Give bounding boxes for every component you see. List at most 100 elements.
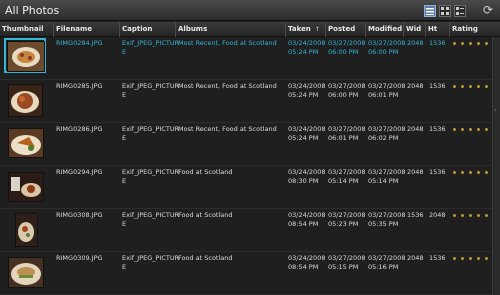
albums-cell: Food at Scotland	[178, 254, 233, 262]
filename-cell: RIMG0285.JPG	[56, 82, 103, 90]
star-icon[interactable]	[485, 257, 488, 260]
column-header-caption[interactable]: Caption	[120, 22, 176, 37]
grid-view-button[interactable]	[439, 5, 451, 17]
star-icon[interactable]	[461, 128, 464, 131]
column-header-taken[interactable]: Taken ↑	[286, 22, 326, 37]
height-cell: 2048	[429, 211, 446, 219]
column-header-posted[interactable]: Posted	[326, 22, 366, 37]
detail-view-icon	[456, 7, 464, 15]
star-icon[interactable]	[485, 42, 488, 45]
posted-cell: 03/27/2008 05:23 PM	[328, 211, 366, 228]
star-icon[interactable]	[469, 214, 472, 217]
filename-cell: RIMG0284.JPG	[56, 39, 103, 47]
table-row[interactable]: RIMG0308.JPG Exif_JPEG_PICTUR E Food at …	[0, 209, 492, 252]
star-icon[interactable]	[469, 85, 472, 88]
scroll-handle-icon[interactable]: ›	[494, 107, 496, 114]
table-row[interactable]: RIMG0309.JPG Exif_JPEG_PICTUR E Food at …	[0, 252, 492, 295]
star-icon[interactable]	[477, 85, 480, 88]
photo-thumbnail[interactable]	[8, 172, 44, 202]
rating-stars[interactable]	[453, 171, 488, 174]
rating-stars[interactable]	[453, 85, 488, 88]
photo-thumbnail[interactable]	[8, 128, 44, 158]
star-icon[interactable]	[485, 214, 488, 217]
height-cell: 1536	[429, 125, 446, 133]
star-icon[interactable]	[485, 171, 488, 174]
caption-cell: Exif_JPEG_PICTUR E	[122, 82, 180, 99]
rating-stars[interactable]	[453, 42, 488, 45]
photo-thumbnail[interactable]	[8, 257, 44, 288]
albums-cell: Most Recent, Food at Scotland	[178, 125, 277, 133]
height-cell: 1536	[429, 168, 446, 176]
detail-view-button[interactable]	[454, 5, 466, 17]
modified-cell: 03/27/2008 06:00 PM	[368, 39, 406, 56]
column-header-height[interactable]: Ht	[426, 22, 450, 37]
column-header-width[interactable]: Wid	[404, 22, 426, 37]
caption-cell: Exif_JPEG_PICTUR E	[122, 168, 180, 185]
column-header-albums[interactable]: Albums	[176, 22, 286, 37]
star-icon[interactable]	[461, 257, 464, 260]
star-icon[interactable]	[453, 214, 456, 217]
table-row[interactable]: RIMG0286.JPG Exif_JPEG_PICTUR E Most Rec…	[0, 123, 492, 166]
caption-cell: Exif_JPEG_PICTUR E	[122, 125, 180, 142]
rating-stars[interactable]	[453, 128, 488, 131]
column-header-thumbnail[interactable]: Thumbnail	[0, 22, 54, 37]
column-header-modified[interactable]: Modified	[366, 22, 404, 37]
table-row[interactable]: RIMG0285.JPG Exif_JPEG_PICTUR E Most Rec…	[0, 80, 492, 123]
taken-cell: 03/24/2008 05:24 PM	[288, 39, 326, 56]
photo-thumbnail[interactable]	[8, 84, 43, 117]
caption-cell: Exif_JPEG_PICTUR E	[122, 211, 180, 228]
star-icon[interactable]	[469, 257, 472, 260]
star-icon[interactable]	[477, 214, 480, 217]
posted-cell: 03/27/2008 06:00 PM	[328, 39, 366, 56]
modified-cell: 03/27/2008 05:35 PM	[368, 211, 406, 228]
star-icon[interactable]	[453, 257, 456, 260]
star-icon[interactable]	[485, 85, 488, 88]
vertical-scrollbar[interactable]: ›	[492, 37, 500, 295]
list-view-icon	[426, 8, 434, 15]
width-cell: 2048	[407, 125, 424, 133]
taken-cell: 03/24/2008 05:24 PM	[288, 125, 326, 142]
table-row[interactable]: RIMG0294.JPG Exif_JPEG_PICTUR E Food at …	[0, 166, 492, 209]
star-icon[interactable]	[461, 214, 464, 217]
photo-thumbnail[interactable]	[15, 213, 38, 247]
star-icon[interactable]	[469, 171, 472, 174]
table-row[interactable]: RIMG0284.JPG Exif_JPEG_PICTUR E Most Rec…	[0, 37, 492, 80]
star-icon[interactable]	[461, 85, 464, 88]
star-icon[interactable]	[453, 171, 456, 174]
posted-cell: 03/27/2008 06:01 PM	[328, 125, 366, 142]
rating-stars[interactable]	[453, 257, 488, 260]
height-cell: 1536	[429, 82, 446, 90]
star-icon[interactable]	[469, 42, 472, 45]
filename-cell: RIMG0308.JPG	[56, 211, 103, 219]
modified-cell: 03/27/2008 06:01 PM	[368, 82, 406, 99]
view-mode-buttons	[424, 5, 466, 17]
refresh-button[interactable]: ⟳	[481, 3, 495, 17]
width-cell: 2048	[407, 254, 424, 262]
modified-cell: 03/27/2008 06:02 PM	[368, 125, 406, 142]
column-header-filename[interactable]: Filename	[54, 22, 120, 37]
star-icon[interactable]	[453, 42, 456, 45]
star-icon[interactable]	[477, 257, 480, 260]
star-icon[interactable]	[477, 171, 480, 174]
width-cell: 2048	[407, 82, 424, 90]
star-icon[interactable]	[477, 42, 480, 45]
caption-cell: Exif_JPEG_PICTUR E	[122, 39, 180, 56]
star-icon[interactable]	[453, 85, 456, 88]
caption-cell: Exif_JPEG_PICTUR E	[122, 254, 180, 271]
filename-cell: RIMG0286.JPG	[56, 125, 103, 133]
star-icon[interactable]	[485, 128, 488, 131]
modified-cell: 03/27/2008 05:16 PM	[368, 254, 406, 271]
list-view-button[interactable]	[424, 5, 436, 17]
photo-thumbnail[interactable]	[7, 41, 45, 72]
column-header-rating[interactable]: Rating	[450, 22, 500, 37]
posted-cell: 03/27/2008 05:14 PM	[328, 168, 366, 185]
star-icon[interactable]	[477, 128, 480, 131]
width-cell: 2048	[407, 168, 424, 176]
rating-stars[interactable]	[453, 214, 488, 217]
star-icon[interactable]	[453, 128, 456, 131]
star-icon[interactable]	[461, 42, 464, 45]
albums-cell: Most Recent, Food at Scotland	[178, 82, 277, 90]
width-cell: 1536	[407, 211, 424, 219]
star-icon[interactable]	[461, 171, 464, 174]
star-icon[interactable]	[469, 128, 472, 131]
